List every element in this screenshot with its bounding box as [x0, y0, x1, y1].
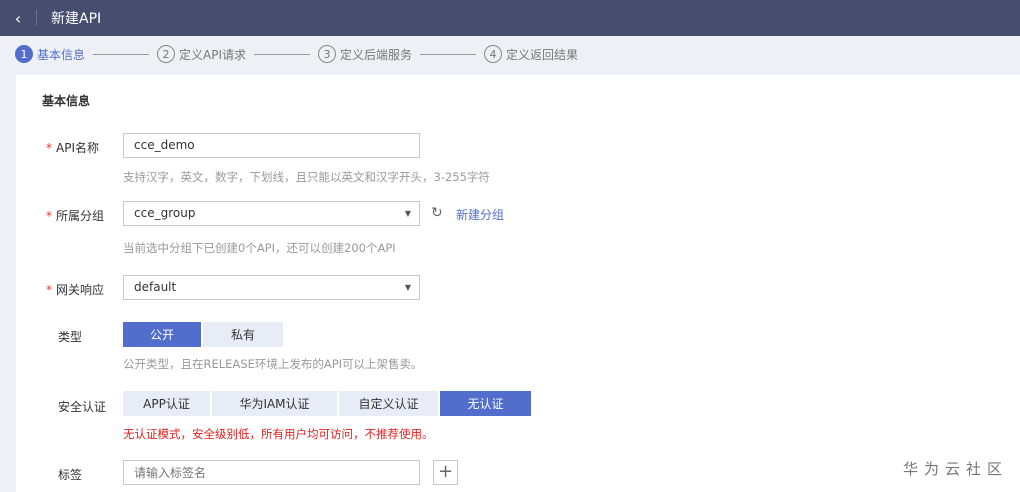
- gateway-label: * 网关响应: [46, 281, 106, 298]
- auth-app-option[interactable]: APP认证: [123, 391, 210, 416]
- type-toggle: 公开 私有: [123, 322, 285, 347]
- step-connector: [254, 53, 311, 55]
- type-hint: 公开类型，且在RELEASE环境上发布的API可以上架售卖。: [123, 357, 423, 371]
- auth-custom-option[interactable]: 自定义认证: [339, 391, 438, 416]
- top-bar: ‹ 新建API: [0, 0, 1020, 36]
- gateway-select[interactable]: default: [123, 275, 420, 300]
- step-number: 3: [318, 45, 337, 63]
- auth-warning: 无认证模式，安全级别低，所有用户均可访问，不推荐使用。: [123, 427, 434, 441]
- type-label: 类型: [58, 330, 83, 344]
- step-number: 1: [15, 45, 33, 63]
- step-connector: [93, 53, 150, 55]
- back-button[interactable]: ‹: [0, 9, 36, 28]
- step-number: 2: [157, 45, 176, 63]
- label-text: API名称: [56, 141, 99, 155]
- required-mark: *: [46, 283, 52, 297]
- auth-toggle: APP认证 华为IAM认证 自定义认证 无认证: [123, 391, 533, 416]
- divider: [36, 10, 37, 26]
- step-number: 4: [484, 45, 503, 63]
- label-text: 所属分组: [56, 209, 105, 223]
- step-label: 基本信息: [37, 47, 86, 62]
- type-public-option[interactable]: 公开: [123, 322, 201, 347]
- add-tag-button[interactable]: +: [433, 460, 458, 485]
- step-label: 定义返回结果: [506, 47, 579, 62]
- chevron-left-icon: ‹: [14, 8, 22, 28]
- api-name-label: * API名称: [46, 139, 106, 156]
- step-indicator: 1 基本信息 2 定义API请求 3 定义后端服务 4 定义返回结果: [15, 45, 578, 63]
- step-3: 3 定义后端服务: [318, 45, 412, 63]
- auth-none-option[interactable]: 无认证: [440, 391, 531, 416]
- auth-label: 安全认证: [58, 400, 107, 414]
- step-connector: [420, 53, 477, 55]
- new-group-link[interactable]: 新建分组: [456, 206, 504, 223]
- required-mark: *: [46, 141, 52, 155]
- tag-input[interactable]: [123, 460, 420, 485]
- gateway-value: default: [134, 280, 177, 294]
- step-2: 2 定义API请求: [157, 45, 246, 63]
- refresh-icon[interactable]: ↻: [431, 205, 443, 221]
- plus-icon: +: [437, 461, 454, 482]
- type-private-option[interactable]: 私有: [203, 322, 283, 347]
- tag-label: 标签: [58, 468, 83, 482]
- auth-iam-option[interactable]: 华为IAM认证: [212, 391, 337, 416]
- step-label: 定义API请求: [179, 47, 247, 62]
- label-text: 网关响应: [56, 283, 105, 297]
- step-label: 定义后端服务: [340, 47, 413, 62]
- group-hint: 当前选中分组下已创建0个API，还可以创建200个API: [123, 241, 396, 255]
- step-4: 4 定义返回结果: [484, 45, 578, 63]
- group-value: cce_group: [134, 206, 196, 220]
- page-title: 新建API: [51, 11, 102, 27]
- group-select[interactable]: cce_group: [123, 201, 420, 226]
- step-1: 1 基本信息: [15, 45, 85, 63]
- api-name-hint: 支持汉字，英文，数字，下划线，且只能以英文和汉字开头，3-255字符: [123, 170, 490, 184]
- watermark: 华为云社区: [902, 460, 1008, 478]
- required-mark: *: [46, 209, 52, 223]
- section-title: 基本信息: [42, 94, 91, 108]
- group-label: * 所属分组: [46, 207, 106, 224]
- api-name-input[interactable]: cce_demo: [123, 133, 420, 158]
